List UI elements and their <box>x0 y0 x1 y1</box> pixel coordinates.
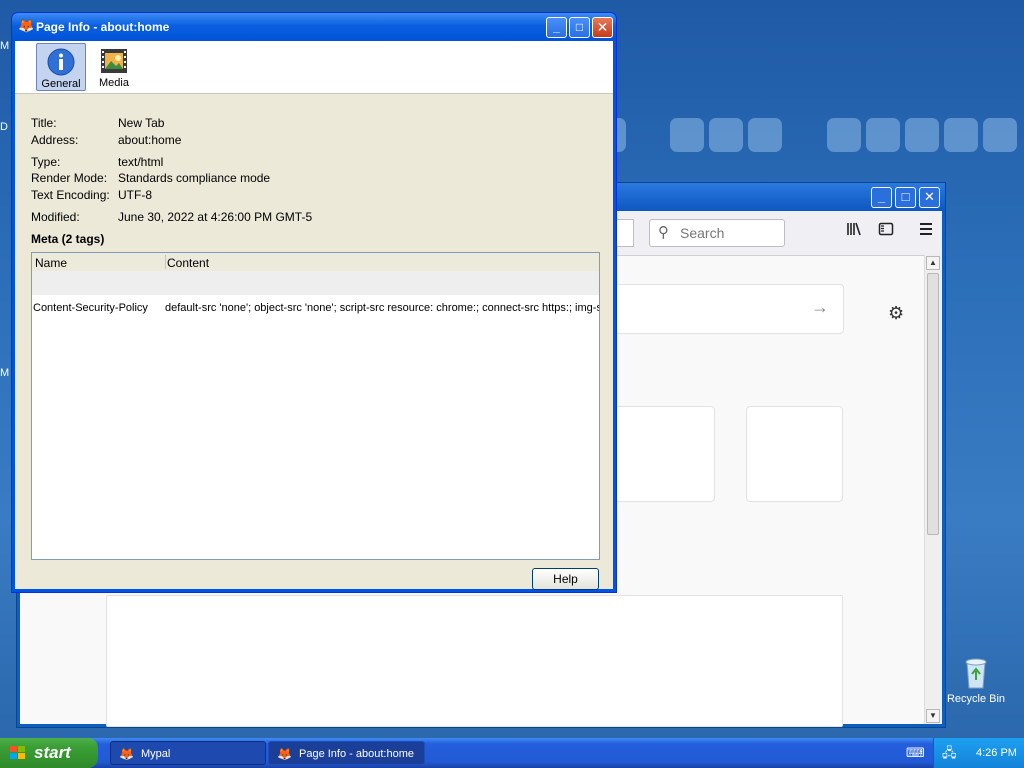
table-row-empty[interactable] <box>32 271 599 295</box>
media-icon <box>101 49 127 73</box>
desktop-tile <box>866 118 900 152</box>
gear-icon[interactable]: ⚙ <box>888 303 904 324</box>
top-site-tile[interactable] <box>746 406 843 502</box>
task-page-info[interactable]: 🦊 Page Info - about:home <box>268 741 425 765</box>
tab-media[interactable]: Media <box>89 43 139 91</box>
dialog-titlebar[interactable]: 🦊 Page Info - about:home _ □ ✕ <box>12 13 616 41</box>
search-card[interactable]: → <box>600 284 844 334</box>
field-value: UTF-8 <box>118 188 152 202</box>
browser-scrollbar[interactable]: ▲ ▼ <box>924 255 942 724</box>
table-header: Name Content <box>32 253 599 272</box>
close-icon[interactable]: ✕ <box>919 187 940 208</box>
library-icon[interactable] <box>846 221 862 242</box>
meta-heading: Meta (2 tags) <box>31 232 105 246</box>
arrow-right-icon[interactable]: → <box>811 297 829 318</box>
recycle-bin[interactable]: Recycle Bin <box>946 656 1006 705</box>
field-label: Address: <box>31 133 79 147</box>
field-label: Modified: <box>31 210 80 224</box>
field-type: Type: text/html <box>31 155 163 169</box>
tab-media-label: Media <box>99 77 129 89</box>
minimize-icon[interactable]: _ <box>546 17 567 38</box>
dialog-title: Page Info - about:home <box>36 20 170 34</box>
desktop-tile <box>944 118 978 152</box>
menu-icon[interactable] <box>918 221 934 242</box>
network-icon[interactable]: 🖧 <box>942 738 957 768</box>
search-icon: ⚲ <box>658 224 669 241</box>
field-value: New Tab <box>118 116 165 130</box>
scroll-thumb[interactable] <box>927 273 939 535</box>
field-value: June 30, 2022 at 4:26:00 PM GMT-5 <box>118 210 313 224</box>
field-label: Text Encoding: <box>31 188 110 202</box>
scroll-up-icon[interactable]: ▲ <box>926 256 940 270</box>
page-info-task-icon: 🦊 <box>277 747 292 761</box>
field-label: Render Mode: <box>31 171 108 185</box>
content-panel <box>106 595 843 727</box>
field-label: Title: <box>31 116 57 130</box>
clock[interactable]: 4:26 PM <box>976 738 1017 768</box>
recycle-bin-label: Recycle Bin <box>946 693 1006 705</box>
desktop-tile <box>983 118 1017 152</box>
meta-table[interactable]: Name Content Content-Security-Policy def… <box>31 252 600 560</box>
start-label: start <box>34 743 71 762</box>
desktop-tile <box>670 118 704 152</box>
info-icon <box>47 48 75 76</box>
column-separator[interactable] <box>165 255 166 269</box>
page-info-dialog: 🦊 Page Info - about:home _ □ ✕ General M… <box>11 12 617 593</box>
help-button[interactable]: Help <box>532 568 599 590</box>
field-value: about:home <box>118 133 182 147</box>
search-placeholder: Search <box>680 225 725 241</box>
field-address: Address: about:home <box>31 133 181 147</box>
task-label: Page Info - about:home <box>299 748 414 760</box>
mypal-icon: 🦊 <box>119 747 134 761</box>
maximize-icon[interactable]: □ <box>895 187 916 208</box>
column-header-content[interactable]: Content <box>167 256 209 270</box>
tab-general-label: General <box>41 78 81 90</box>
desktop-edge-letter: D <box>0 121 8 133</box>
cell-name: Content-Security-Policy <box>33 302 148 314</box>
field-value: text/html <box>118 155 164 169</box>
recycle-bin-icon <box>965 658 987 689</box>
desktop-tile <box>748 118 782 152</box>
app-icon: 🦊 <box>18 18 35 33</box>
tab-bar: General Media <box>15 41 613 94</box>
search-input[interactable]: ⚲ Search <box>649 219 785 247</box>
desktop-tile <box>709 118 743 152</box>
top-site-tile[interactable] <box>600 406 715 502</box>
windows-logo-icon <box>10 746 25 759</box>
keyboard-icon[interactable]: ⌨ <box>906 745 925 761</box>
field-value: Standards compliance mode <box>118 171 271 185</box>
scroll-down-icon[interactable]: ▼ <box>926 709 940 723</box>
cell-content: default-src 'none'; object-src 'none'; s… <box>165 302 599 314</box>
desktop-edge-letter: M <box>0 367 10 379</box>
field-text-encoding: Text Encoding: UTF-8 <box>31 188 152 202</box>
task-label: Mypal <box>141 748 171 760</box>
field-modified: Modified: June 30, 2022 at 4:26:00 PM GMT… <box>31 210 312 224</box>
tab-general[interactable]: General <box>36 43 86 91</box>
sidebar-icon[interactable] <box>878 221 894 242</box>
desktop-tile <box>827 118 861 152</box>
column-header-name[interactable]: Name <box>35 256 67 270</box>
field-render-mode: Render Mode: Standards compliance mode <box>31 171 270 185</box>
taskbar: start 🦊 Mypal 🦊 Page Info - about:home ⌨… <box>0 738 1024 768</box>
task-mypal[interactable]: 🦊 Mypal <box>110 741 266 765</box>
start-button[interactable]: start <box>0 738 98 768</box>
table-row[interactable]: Content-Security-Policy default-src 'non… <box>32 297 599 319</box>
field-label: Type: <box>31 155 61 169</box>
minimize-icon[interactable]: _ <box>871 187 892 208</box>
maximize-icon[interactable]: □ <box>569 17 590 38</box>
desktop-edge-letter: M <box>0 40 10 52</box>
close-icon[interactable]: ✕ <box>592 17 613 38</box>
desktop-tile <box>905 118 939 152</box>
dialog-body: General Media Title: New Tab Address: abou… <box>15 41 613 590</box>
field-title: Title: New Tab <box>31 116 164 130</box>
system-tray: 🖧 4:26 PM <box>933 738 1024 768</box>
